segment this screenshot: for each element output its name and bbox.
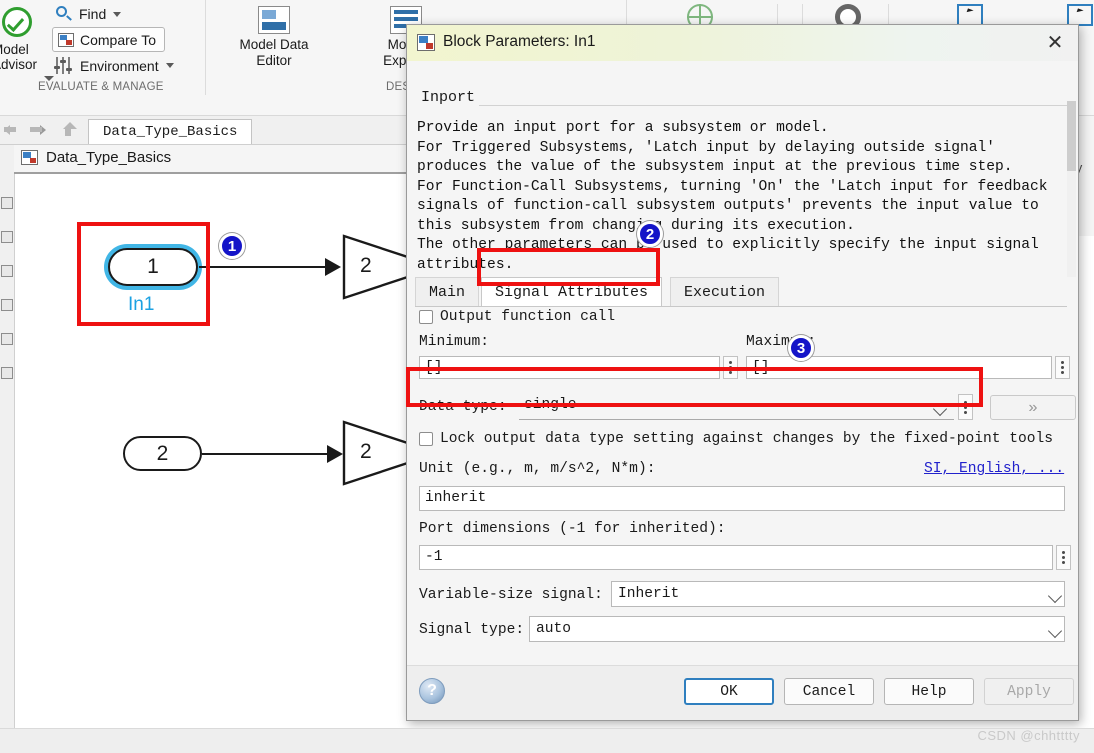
environment-button[interactable]: Environment: [54, 57, 174, 74]
ribbon-group-evaluate-manage: ModelAdvisor Find Compare To Environment…: [0, 0, 206, 95]
compare-blocks-icon: [58, 32, 74, 47]
cursor-select-icon-2[interactable]: [1067, 4, 1093, 26]
find-label: Find: [79, 6, 107, 22]
left-tool-rail: [0, 145, 15, 753]
help-button[interactable]: Help: [884, 678, 974, 705]
up-arrow-icon[interactable]: [60, 122, 77, 136]
tab-main[interactable]: Main: [415, 277, 480, 306]
back-arrow-icon[interactable]: [4, 123, 20, 137]
breadcrumb[interactable]: Data_Type_Basics: [88, 119, 253, 144]
variable-size-signal-label: Variable-size signal:: [419, 587, 603, 603]
unit-system-link[interactable]: SI, English, ...: [924, 461, 1064, 477]
cursor-select-icon[interactable]: [957, 4, 983, 26]
group-label-evaluate-manage: EVALUATE & MANAGE: [38, 81, 164, 93]
signal-line-1[interactable]: [199, 266, 327, 268]
model-data-editor-label: Model Data Editor: [239, 37, 309, 68]
gain-block-1-value: 2: [360, 254, 372, 277]
lock-data-type-checkbox[interactable]: [419, 432, 433, 446]
variable-size-signal-dropdown[interactable]: Inherit: [611, 581, 1065, 607]
help-button-label: Help: [911, 683, 947, 700]
model-advisor-check-icon[interactable]: [2, 7, 32, 37]
dialog-body: Inport Provide an input port for a subsy…: [407, 61, 1078, 720]
close-icon[interactable]: ✕: [1038, 29, 1072, 57]
apply-button[interactable]: Apply: [984, 678, 1074, 705]
tab-signal-attributes[interactable]: Signal Attributes: [481, 277, 663, 306]
data-type-label: Data type:: [419, 399, 507, 415]
minimum-input[interactable]: []: [419, 356, 720, 379]
output-function-call-row[interactable]: Output function call: [419, 309, 615, 325]
dialog-title-bar[interactable]: Block Parameters: In1 ✕: [407, 25, 1078, 62]
output-function-call-checkbox[interactable]: [419, 310, 433, 324]
unit-label: Unit (e.g., m, m/s^2, N*m):: [419, 461, 656, 477]
dialog-title: Block Parameters: In1: [443, 33, 596, 50]
rail-icon-page[interactable]: [1, 367, 13, 379]
rail-icon-zoom[interactable]: [1, 197, 13, 209]
data-type-expand-button[interactable]: »: [990, 395, 1076, 420]
inport-block-2[interactable]: 2: [123, 436, 202, 471]
group-divider: [417, 105, 1067, 106]
signal-type-label: Signal type:: [419, 622, 525, 638]
port-dimensions-label: Port dimensions (-1 for inherited):: [419, 521, 726, 537]
inport-block-in1[interactable]: 1: [108, 248, 198, 286]
cancel-button[interactable]: Cancel: [784, 678, 874, 705]
minimum-options-icon[interactable]: [723, 356, 738, 379]
step-badge-3: 3: [788, 335, 814, 361]
data-type-options-icon[interactable]: [958, 394, 973, 420]
tab-execution[interactable]: Execution: [670, 277, 780, 306]
inport-block-in1-label: In1: [128, 294, 155, 315]
lock-data-type-row[interactable]: Lock output data type setting against ch…: [419, 431, 1053, 447]
apply-button-label: Apply: [1007, 683, 1051, 700]
signal-arrow-1: [325, 258, 341, 276]
model-data-editor-icon: [258, 6, 290, 34]
model-icon: [21, 150, 38, 165]
step-badge-2: 2: [637, 221, 663, 247]
maximum-input[interactable]: []: [746, 356, 1052, 379]
app-root: ModelAdvisor Find Compare To Environment…: [0, 0, 1094, 753]
forward-arrow-icon[interactable]: [30, 123, 46, 137]
rail-icon-list[interactable]: [1, 299, 13, 311]
minimum-label: Minimum:: [419, 334, 490, 350]
bottom-status-strip: [0, 728, 1094, 753]
compare-to-button[interactable]: Compare To: [52, 27, 166, 52]
output-function-call-label: Output function call: [440, 309, 616, 325]
ok-button-label: OK: [720, 683, 738, 700]
find-chevron-down-icon[interactable]: [113, 11, 122, 17]
model-data-editor-button[interactable]: Model Data Editor: [214, 6, 334, 69]
environment-label: Environment: [80, 57, 159, 74]
port-dimensions-options-icon[interactable]: [1056, 545, 1071, 570]
maximum-options-icon[interactable]: [1055, 356, 1070, 379]
signal-line-2[interactable]: [202, 453, 329, 455]
dialog-footer: ? OK Cancel Help Apply: [407, 665, 1078, 720]
dialog-block-icon: [417, 34, 435, 51]
page-title: Data_Type_Basics: [46, 149, 172, 166]
search-icon: [56, 6, 72, 22]
block-parameters-dialog[interactable]: Block Parameters: In1 ✕ Inport Provide a…: [406, 24, 1079, 721]
help-icon[interactable]: ?: [419, 678, 445, 704]
compare-to-label: Compare To: [80, 31, 157, 48]
model-advisor-label[interactable]: ModelAdvisor: [0, 42, 37, 72]
sliders-icon: [54, 57, 73, 74]
description-scrollbar[interactable]: [1067, 101, 1076, 277]
rail-icon-pan[interactable]: [1, 265, 13, 277]
environment-chevron-down-icon[interactable]: [165, 63, 174, 68]
watermark: CSDN @chhtttty: [977, 728, 1080, 743]
gain-block-2-value: 2: [360, 440, 372, 463]
lock-data-type-label: Lock output data type setting against ch…: [440, 431, 1054, 447]
cancel-button-label: Cancel: [802, 683, 856, 700]
unit-input[interactable]: inherit: [419, 486, 1065, 511]
signal-arrow-2: [327, 445, 343, 463]
dialog-tabs: Main Signal Attributes Execution: [415, 277, 1067, 307]
find-button[interactable]: Find: [56, 6, 122, 22]
rail-icon-fit[interactable]: [1, 231, 13, 243]
ok-button[interactable]: OK: [684, 678, 774, 705]
data-type-dropdown[interactable]: single: [519, 394, 954, 420]
scrollbar-thumb[interactable]: [1067, 101, 1076, 171]
step-badge-1: 1: [219, 233, 245, 259]
inport-group-legend: Inport: [417, 89, 480, 106]
rail-icon-layers[interactable]: [1, 333, 13, 345]
port-dimensions-input[interactable]: -1: [419, 545, 1053, 570]
block-description: Provide an input port for a subsystem or…: [417, 120, 1048, 273]
signal-type-dropdown[interactable]: auto: [529, 616, 1065, 642]
